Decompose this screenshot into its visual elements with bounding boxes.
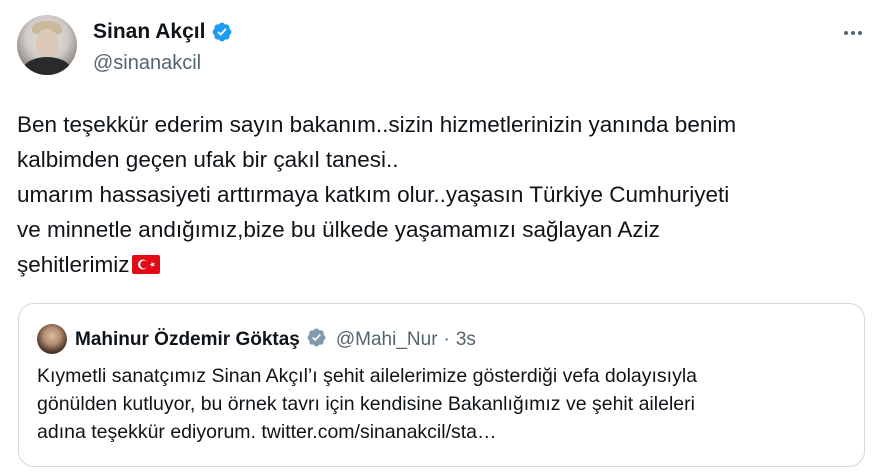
tweet-card: Sinan Akçıl @sinanakcil Ben teşekkür ede… bbox=[0, 0, 895, 476]
author-handle[interactable]: @sinanakcil bbox=[93, 52, 201, 75]
author-avatar[interactable] bbox=[17, 15, 77, 75]
quoted-tweet-text: Kıymetli sanatçımız Sinan Akçıl’ı şehit … bbox=[37, 365, 698, 443]
quoted-author-name[interactable]: Mahinur Özdemir Göktaş bbox=[75, 329, 300, 351]
quoted-tweet-header: Mahinur Özdemir Göktaş @Mahi_Nur · 3s bbox=[75, 326, 476, 354]
quoted-author-handle[interactable]: @Mahi_Nur bbox=[336, 329, 438, 351]
quoted-tweet-card[interactable]: Mahinur Özdemir Göktaş @Mahi_Nur · 3s Kı… bbox=[18, 303, 865, 467]
quoted-tweet-time[interactable]: 3s bbox=[456, 329, 476, 351]
author-display-name[interactable]: Sinan Akçıl bbox=[93, 20, 205, 44]
author-name-row: Sinan Akçıl bbox=[93, 18, 233, 46]
more-options-icon[interactable] bbox=[841, 26, 865, 40]
quoted-author-avatar[interactable] bbox=[37, 324, 67, 354]
tweet-text: Ben teşekkür ederim sayın bakanım..sizin… bbox=[17, 107, 867, 282]
tweet-text-content: Ben teşekkür ederim sayın bakanım..sizin… bbox=[17, 112, 737, 277]
verified-badge-icon[interactable] bbox=[211, 21, 233, 43]
turkey-flag-icon bbox=[131, 255, 160, 274]
separator-dot: · bbox=[443, 329, 450, 350]
government-verified-badge-icon[interactable] bbox=[306, 327, 327, 353]
